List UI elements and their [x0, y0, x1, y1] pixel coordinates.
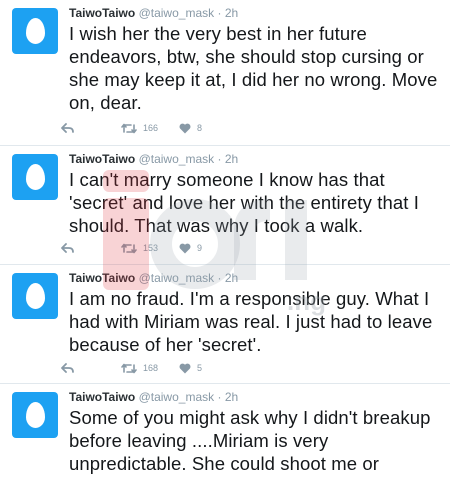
timestamp[interactable]: 2h [225, 390, 238, 404]
separator-dot: · [217, 271, 222, 285]
user-handle[interactable]: @taiwo_mask [139, 390, 215, 404]
timestamp[interactable]: 2h [225, 6, 238, 20]
display-name[interactable]: TaiwoTaiwo [69, 271, 135, 285]
tweet-header: TaiwoTaiwo @taiwo_mask · 2h [69, 390, 238, 404]
heart-icon [179, 363, 191, 373]
user-handle[interactable]: @taiwo_mask [139, 6, 215, 20]
tweet-header: TaiwoTaiwo @taiwo_mask · 2h [69, 271, 238, 285]
avatar[interactable] [12, 154, 58, 200]
display-name[interactable]: TaiwoTaiwo [69, 152, 135, 166]
retweet-button[interactable]: 153 [121, 243, 179, 254]
tweet-actions: 166 8 [61, 120, 239, 136]
like-count: 8 [197, 123, 203, 133]
avatar[interactable] [12, 8, 58, 54]
like-count: 9 [197, 243, 203, 253]
retweet-button[interactable]: 168 [121, 363, 179, 374]
reply-button[interactable] [61, 363, 121, 373]
like-button[interactable]: 5 [179, 363, 239, 374]
tweet-actions: 153 9 [61, 240, 239, 256]
reply-icon [61, 123, 74, 133]
egg-avatar-icon [25, 402, 45, 428]
tweet-text: Some of you might ask why I didn't break… [69, 407, 431, 474]
separator-dot: · [217, 6, 222, 20]
like-button[interactable]: 8 [179, 123, 239, 134]
tweet-text: I can't marry someone I know has that 's… [69, 169, 419, 236]
retweet-count: 166 [143, 123, 159, 133]
egg-avatar-icon [25, 283, 45, 309]
user-handle[interactable]: @taiwo_mask [139, 152, 215, 166]
reply-button[interactable] [61, 243, 121, 253]
tweet-text: I am no fraud. I'm a responsible guy. Wh… [69, 288, 433, 355]
tweet-item[interactable]: TaiwoTaiwo @taiwo_mask · 2h I wish her t… [0, 0, 450, 146]
tweet-text: I wish her the very best in her future e… [69, 23, 438, 113]
retweet-count: 153 [143, 243, 159, 253]
avatar[interactable] [12, 392, 58, 438]
separator-dot: · [217, 152, 222, 166]
tweet-actions: 168 5 [61, 360, 239, 376]
reply-button[interactable] [61, 123, 121, 133]
timestamp[interactable]: 2h [225, 271, 238, 285]
like-count: 5 [197, 363, 203, 373]
separator-dot: · [217, 390, 222, 404]
display-name[interactable]: TaiwoTaiwo [69, 390, 135, 404]
heart-icon [179, 243, 191, 253]
reply-icon [61, 363, 74, 373]
tweet-item[interactable]: TaiwoTaiwo @taiwo_mask · 2h Some of you … [0, 384, 450, 480]
retweet-button[interactable]: 166 [121, 123, 179, 134]
tweet-header: TaiwoTaiwo @taiwo_mask · 2h [69, 6, 238, 20]
retweet-count: 168 [143, 363, 159, 373]
reply-icon [61, 243, 74, 253]
like-button[interactable]: 9 [179, 243, 239, 254]
display-name[interactable]: TaiwoTaiwo [69, 6, 135, 20]
retweet-icon [121, 243, 137, 253]
retweet-icon [121, 123, 137, 133]
tweet-header: TaiwoTaiwo @taiwo_mask · 2h [69, 152, 238, 166]
avatar[interactable] [12, 273, 58, 319]
retweet-icon [121, 363, 137, 373]
egg-avatar-icon [25, 164, 45, 190]
timestamp[interactable]: 2h [225, 152, 238, 166]
user-handle[interactable]: @taiwo_mask [139, 271, 215, 285]
egg-avatar-icon [25, 18, 45, 44]
heart-icon [179, 123, 191, 133]
